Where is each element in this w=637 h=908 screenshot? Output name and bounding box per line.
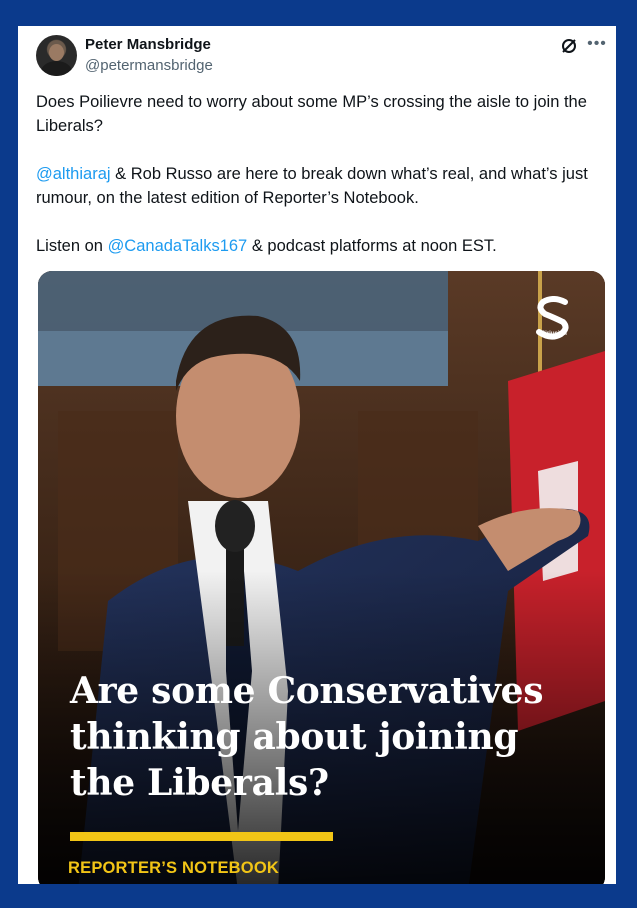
tweet-text: Does Poilievre need to worry about some … [36, 90, 602, 282]
tweet-paragraph-3: Listen on @CanadaTalks167 & podcast plat… [36, 234, 602, 258]
more-icon[interactable]: ••• [586, 35, 608, 55]
tweet-paragraph-1: Does Poilievre need to worry about some … [36, 93, 587, 135]
author-name[interactable]: Peter Mansbridge [85, 36, 211, 53]
author-handle[interactable]: @petermansbridge [85, 57, 213, 74]
mention-link-althiaraj[interactable]: @althiaraj [36, 165, 111, 183]
tweet-paragraph-3-prefix: Listen on [36, 237, 108, 255]
media-footer-label: REPORTER’S NOTEBOOK [68, 859, 279, 877]
headline-line-3: the Liberals? [70, 762, 329, 804]
accent-bar [70, 832, 333, 841]
headline-line-2: thinking about joining [70, 716, 519, 758]
grok-icon[interactable] [560, 37, 578, 55]
media-headline: Are some Conservatives thinking about jo… [70, 668, 590, 806]
mention-link-canadatalks[interactable]: @CanadaTalks167 [108, 237, 248, 255]
avatar-body [41, 61, 72, 76]
siriusxm-logo-text: SiriusXM [541, 331, 567, 337]
tweet-media-image[interactable]: SiriusXM Are some Conservatives thinking… [38, 271, 605, 884]
tweet-paragraph-2-text: & Rob Russo are here to break down what’… [36, 165, 588, 207]
avatar-face [49, 44, 64, 61]
avatar[interactable] [36, 35, 77, 76]
tweet-card[interactable]: Peter Mansbridge @petermansbridge ••• Do… [18, 26, 616, 884]
tweet-paragraph-3-suffix: & podcast platforms at noon EST. [247, 237, 497, 255]
tweet-header: Peter Mansbridge @petermansbridge ••• [18, 26, 616, 86]
headline-line-1: Are some Conservatives [70, 670, 544, 712]
tweet-paragraph-2: @althiaraj & Rob Russo are here to break… [36, 162, 602, 210]
